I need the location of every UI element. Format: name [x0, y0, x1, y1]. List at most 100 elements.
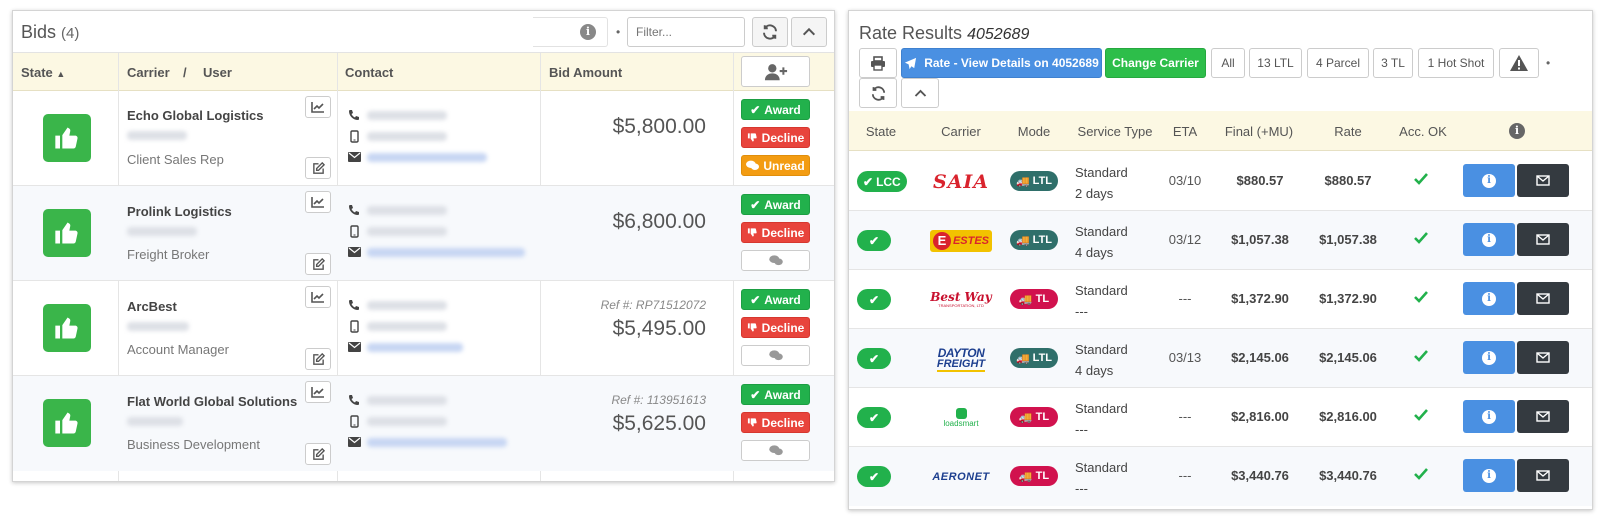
- check-icon: [1413, 172, 1429, 191]
- col-carrier[interactable]: Carrier: [927, 124, 995, 139]
- edit-icon: [312, 161, 325, 174]
- refresh-button[interactable]: [752, 17, 788, 47]
- comments-button[interactable]: [741, 345, 810, 366]
- col-user[interactable]: User: [203, 65, 232, 80]
- col-rate[interactable]: Rate: [1303, 124, 1393, 139]
- col-state[interactable]: State: [855, 124, 907, 139]
- edit-icon: [312, 352, 325, 365]
- chart-button[interactable]: [305, 381, 331, 403]
- comments-icon: [768, 255, 783, 266]
- edit-icon: [312, 447, 325, 460]
- col-final[interactable]: Final (+MU): [1209, 124, 1309, 139]
- bids-panel: Bids (4) i • State ▲ Carrier / User Cont…: [12, 10, 835, 482]
- decline-button[interactable]: Decline: [741, 222, 810, 243]
- email-button[interactable]: [1517, 400, 1569, 433]
- mode-badge: 🚚 LTL: [1010, 230, 1058, 250]
- email-button[interactable]: [1517, 223, 1569, 256]
- filter-parcel-button[interactable]: 4 Parcel: [1307, 48, 1369, 78]
- chart-button[interactable]: [305, 96, 331, 118]
- final-price: $1,057.38: [1231, 232, 1289, 247]
- filter-hot-shot-button[interactable]: 1 Hot Shot: [1418, 48, 1494, 78]
- filter-input[interactable]: [627, 17, 745, 47]
- carrier-role: Freight Broker: [127, 247, 210, 262]
- rate-price: $1,057.38: [1319, 232, 1377, 247]
- print-button[interactable]: [859, 48, 897, 78]
- view-details-button[interactable]: Rate - View Details on 4052689: [901, 48, 1102, 78]
- rate-info-button[interactable]: i: [1463, 400, 1515, 433]
- edit-button[interactable]: [305, 348, 331, 370]
- unread-button[interactable]: Unread: [741, 155, 810, 176]
- decline-button[interactable]: Decline: [741, 317, 810, 338]
- edit-button[interactable]: [305, 157, 331, 179]
- service-type: Standard 4 days: [1075, 224, 1128, 260]
- state-lcc-badge: ✔ LCC: [857, 171, 907, 192]
- col-state[interactable]: State ▲: [21, 65, 65, 80]
- col-mode[interactable]: Mode: [1007, 124, 1061, 139]
- edit-button[interactable]: [305, 443, 331, 465]
- final-price: $2,816.00: [1231, 409, 1289, 424]
- collapse-button[interactable]: [791, 17, 827, 47]
- info-circle-icon: i: [1482, 232, 1496, 247]
- award-button[interactable]: ✔ Award: [741, 289, 810, 310]
- check-icon: [1413, 231, 1429, 250]
- comments-button[interactable]: [741, 250, 810, 271]
- rate-row: ✔ E ESTES 🚚 LTL Standard 4 days 03/12 $1,05…: [849, 211, 1592, 270]
- col-eta[interactable]: ETA: [1155, 124, 1215, 139]
- rate-row: ✔ AERONET 🚚 TL Standard --- --- $3,440.76 …: [849, 447, 1592, 506]
- rate-info-button[interactable]: i: [1463, 164, 1515, 197]
- warning-icon: [1510, 55, 1528, 71]
- thumbs-up-icon: [43, 399, 91, 447]
- thumbs-down-icon: [747, 228, 757, 237]
- rates-refresh-button[interactable]: [859, 78, 897, 108]
- info-circle-icon: i: [1482, 468, 1496, 483]
- col-bid-amount[interactable]: Bid Amount: [549, 65, 622, 80]
- info-circle-icon: i: [1482, 409, 1496, 424]
- rate-results-panel: Rate Results 4052689 Rate - View Details…: [848, 10, 1593, 510]
- rates-collapse-button[interactable]: [901, 78, 939, 108]
- rate-info-button[interactable]: i: [1463, 282, 1515, 315]
- mode-badge: 🚚 TL: [1010, 466, 1058, 486]
- col-acc-ok[interactable]: Acc. OK: [1385, 124, 1461, 139]
- envelope-icon: [347, 435, 361, 449]
- email-button[interactable]: [1517, 341, 1569, 374]
- paper-plane-icon: [905, 57, 917, 69]
- decline-button[interactable]: Decline: [741, 127, 810, 148]
- bids-header: Bids (4) i •: [13, 11, 834, 53]
- email-button[interactable]: [1517, 282, 1569, 315]
- carrier-name: Prolink Logistics: [127, 204, 232, 219]
- add-user-button[interactable]: [741, 56, 810, 87]
- state-ok-badge: ✔: [857, 289, 891, 310]
- col-carrier[interactable]: Carrier: [127, 65, 170, 80]
- reference-number: Ref #: RP71512072: [600, 298, 706, 312]
- email-button[interactable]: [1517, 459, 1569, 492]
- award-button[interactable]: ✔ Award: [741, 194, 810, 215]
- carrier-role: Business Development: [127, 437, 260, 452]
- service-type: Standard ---: [1075, 460, 1128, 496]
- change-carrier-button[interactable]: Change Carrier: [1105, 48, 1206, 78]
- comments-button[interactable]: [741, 440, 810, 461]
- chart-button[interactable]: [305, 286, 331, 308]
- estes-logo: E ESTES: [929, 228, 993, 254]
- envelope-icon: [347, 150, 361, 164]
- thumbs-down-icon: [747, 133, 757, 142]
- filter-ltl-button[interactable]: 13 LTL: [1249, 48, 1302, 78]
- chart-button[interactable]: [305, 191, 331, 213]
- check-icon: [1413, 408, 1429, 427]
- award-button[interactable]: ✔ Award: [741, 99, 810, 120]
- rate-info-button[interactable]: i: [1463, 223, 1515, 256]
- rate-info-button[interactable]: i: [1463, 459, 1515, 492]
- col-service-type[interactable]: Service Type: [1067, 124, 1163, 139]
- email-button[interactable]: [1517, 164, 1569, 197]
- decline-button[interactable]: Decline: [741, 412, 810, 433]
- rate-info-button[interactable]: i: [1463, 341, 1515, 374]
- eta: 03/13: [1168, 350, 1202, 365]
- filter-tl-button[interactable]: 3 TL: [1373, 48, 1413, 78]
- final-price: $3,440.76: [1231, 468, 1289, 483]
- award-button[interactable]: ✔ Award: [741, 384, 810, 405]
- filter-all-button[interactable]: All: [1211, 48, 1245, 78]
- reference-number: Ref #: 113951613: [611, 393, 706, 407]
- info-icon[interactable]: i: [580, 24, 596, 40]
- warning-button[interactable]: [1499, 48, 1539, 78]
- chevron-up-icon: [802, 27, 816, 36]
- edit-button[interactable]: [305, 253, 331, 275]
